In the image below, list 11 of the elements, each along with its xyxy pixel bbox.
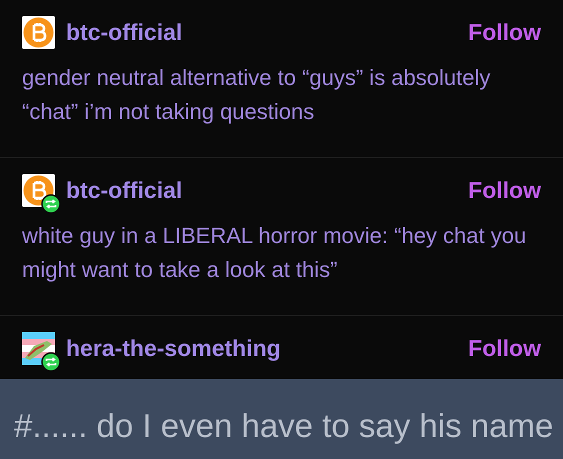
tag-link[interactable]: #...... do I even have to say his name <box>14 400 554 450</box>
reblog-icon <box>41 194 61 214</box>
follow-button[interactable]: Follow <box>468 15 541 50</box>
username[interactable]: hera-the-something <box>66 331 281 366</box>
username[interactable]: btc-official <box>66 15 182 50</box>
username[interactable]: btc-official <box>66 173 182 208</box>
follow-button[interactable]: Follow <box>468 331 541 366</box>
post-text: gender neutral alternative to “guys” is absolutely “chat” i’m not taking questions <box>22 64 492 126</box>
reblog-icon <box>41 352 61 372</box>
follow-button[interactable]: Follow <box>468 173 541 208</box>
post-text: white guy in a LIBERAL horror movie: “hey chat you might want to take a look at this” <box>22 222 528 284</box>
